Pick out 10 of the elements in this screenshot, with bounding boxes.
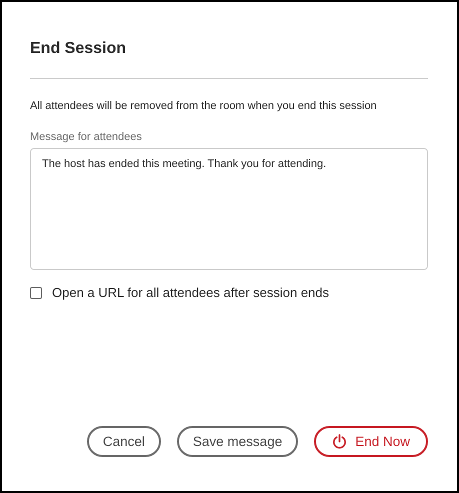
save-message-button[interactable]: Save message — [176, 426, 298, 457]
notice-text: All attendees will be removed from the room when you end this session — [30, 100, 378, 112]
dialog-title: End Session — [30, 39, 128, 59]
field-label: Message for attendees — [30, 131, 143, 143]
cancel-button[interactable]: Cancel — [86, 426, 161, 457]
checkbox-label: Open a URL for all attendees after session ends — [52, 285, 330, 300]
message-field[interactable]: The host has ended this meeting. Thank you for attending. — [30, 148, 428, 270]
checkbox[interactable] — [30, 286, 42, 298]
end-now-button[interactable]: End Now — [314, 426, 428, 457]
power-icon — [332, 434, 348, 449]
